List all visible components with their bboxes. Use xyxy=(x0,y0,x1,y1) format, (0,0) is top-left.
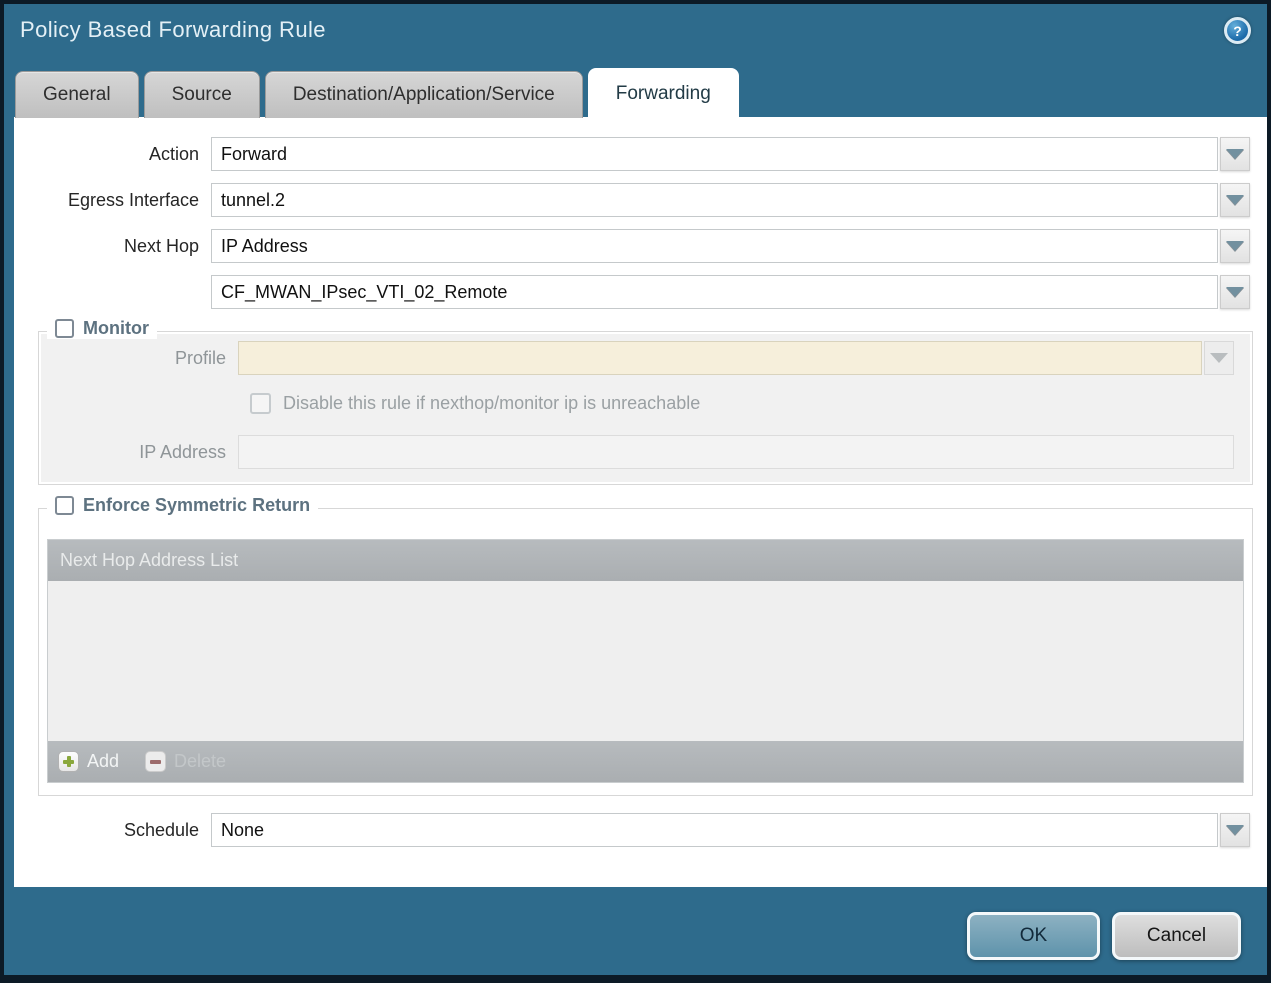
dialog-titlebar: Policy Based Forwarding Rule ? xyxy=(20,17,1251,44)
delete-button: Delete xyxy=(145,751,226,772)
delete-button-label: Delete xyxy=(174,751,226,772)
chevron-down-icon xyxy=(1226,195,1244,205)
enforce-symmetric-return-legend-label: Enforce Symmetric Return xyxy=(83,495,310,516)
chevron-down-icon xyxy=(1226,241,1244,251)
ok-button[interactable]: OK xyxy=(967,912,1100,960)
profile-dropdown-button xyxy=(1204,341,1234,375)
disable-rule-label: Disable this rule if nexthop/monitor ip … xyxy=(283,393,700,414)
monitor-legend: Monitor xyxy=(47,318,157,339)
egress-interface-input[interactable]: tunnel.2 xyxy=(211,183,1218,217)
profile-label: Profile xyxy=(41,348,238,369)
next-hop-type-dropdown-button[interactable] xyxy=(1220,229,1250,263)
action-input[interactable]: Forward xyxy=(211,137,1218,171)
monitor-ip-address-label: IP Address xyxy=(41,442,238,463)
tab-source[interactable]: Source xyxy=(144,71,260,118)
action-label: Action xyxy=(14,144,211,165)
delete-icon xyxy=(145,751,166,772)
monitor-legend-label: Monitor xyxy=(83,318,149,339)
tab-destination-application-service[interactable]: Destination/Application/Service xyxy=(265,71,583,118)
schedule-dropdown-button[interactable] xyxy=(1220,813,1250,847)
chevron-down-icon xyxy=(1226,149,1244,159)
egress-interface-row: Egress Interface tunnel.2 xyxy=(14,183,1267,217)
chevron-down-icon xyxy=(1226,287,1244,297)
action-dropdown-button[interactable] xyxy=(1220,137,1250,171)
disable-rule-checkbox xyxy=(250,393,271,414)
action-row: Action Forward xyxy=(14,137,1267,171)
monitor-ip-address-input xyxy=(238,435,1234,469)
enforce-symmetric-return-legend: Enforce Symmetric Return xyxy=(47,495,318,516)
monitor-fieldset: Monitor Profile Disable this rule if nex… xyxy=(38,331,1253,485)
next-hop-address-row: CF_MWAN_IPsec_VTI_02_Remote xyxy=(14,275,1267,309)
next-hop-address-dropdown-button[interactable] xyxy=(1220,275,1250,309)
profile-row: Profile xyxy=(41,341,1250,375)
next-hop-address-list-footer: Add Delete xyxy=(48,741,1243,782)
add-icon xyxy=(58,751,79,772)
chevron-down-icon xyxy=(1226,825,1244,835)
egress-interface-label: Egress Interface xyxy=(14,190,211,211)
next-hop-type-input[interactable]: IP Address xyxy=(211,229,1218,263)
forwarding-tab-panel: Action Forward Egress Interface tunnel.2… xyxy=(14,117,1267,887)
add-button-label: Add xyxy=(87,751,119,772)
schedule-input[interactable]: None xyxy=(211,813,1218,847)
dialog-title: Policy Based Forwarding Rule xyxy=(20,17,326,43)
next-hop-address-list-body[interactable] xyxy=(48,581,1243,741)
next-hop-address-input[interactable]: CF_MWAN_IPsec_VTI_02_Remote xyxy=(211,275,1218,309)
help-icon[interactable]: ? xyxy=(1224,17,1251,44)
add-button[interactable]: Add xyxy=(58,751,119,772)
chevron-down-icon xyxy=(1210,353,1228,363)
next-hop-address-list-header: Next Hop Address List xyxy=(48,540,1243,581)
next-hop-address-list-table: Next Hop Address List Add Delete xyxy=(47,539,1244,783)
monitor-ip-address-row: IP Address xyxy=(41,435,1250,469)
schedule-row: Schedule None xyxy=(14,813,1267,847)
next-hop-label: Next Hop xyxy=(14,236,211,257)
next-hop-row: Next Hop IP Address xyxy=(14,229,1267,263)
cancel-button[interactable]: Cancel xyxy=(1112,912,1241,960)
disable-rule-row: Disable this rule if nexthop/monitor ip … xyxy=(250,389,1250,417)
profile-input xyxy=(238,341,1202,375)
monitor-checkbox[interactable] xyxy=(55,319,74,338)
enforce-symmetric-return-fieldset: Enforce Symmetric Return Next Hop Addres… xyxy=(38,508,1253,796)
tab-forwarding[interactable]: Forwarding xyxy=(588,68,739,118)
monitor-panel: Profile Disable this rule if nexthop/mon… xyxy=(41,334,1250,482)
tab-bar: General Source Destination/Application/S… xyxy=(15,68,739,118)
enforce-symmetric-return-checkbox[interactable] xyxy=(55,496,74,515)
schedule-label: Schedule xyxy=(14,820,211,841)
tab-general[interactable]: General xyxy=(15,71,139,118)
egress-interface-dropdown-button[interactable] xyxy=(1220,183,1250,217)
